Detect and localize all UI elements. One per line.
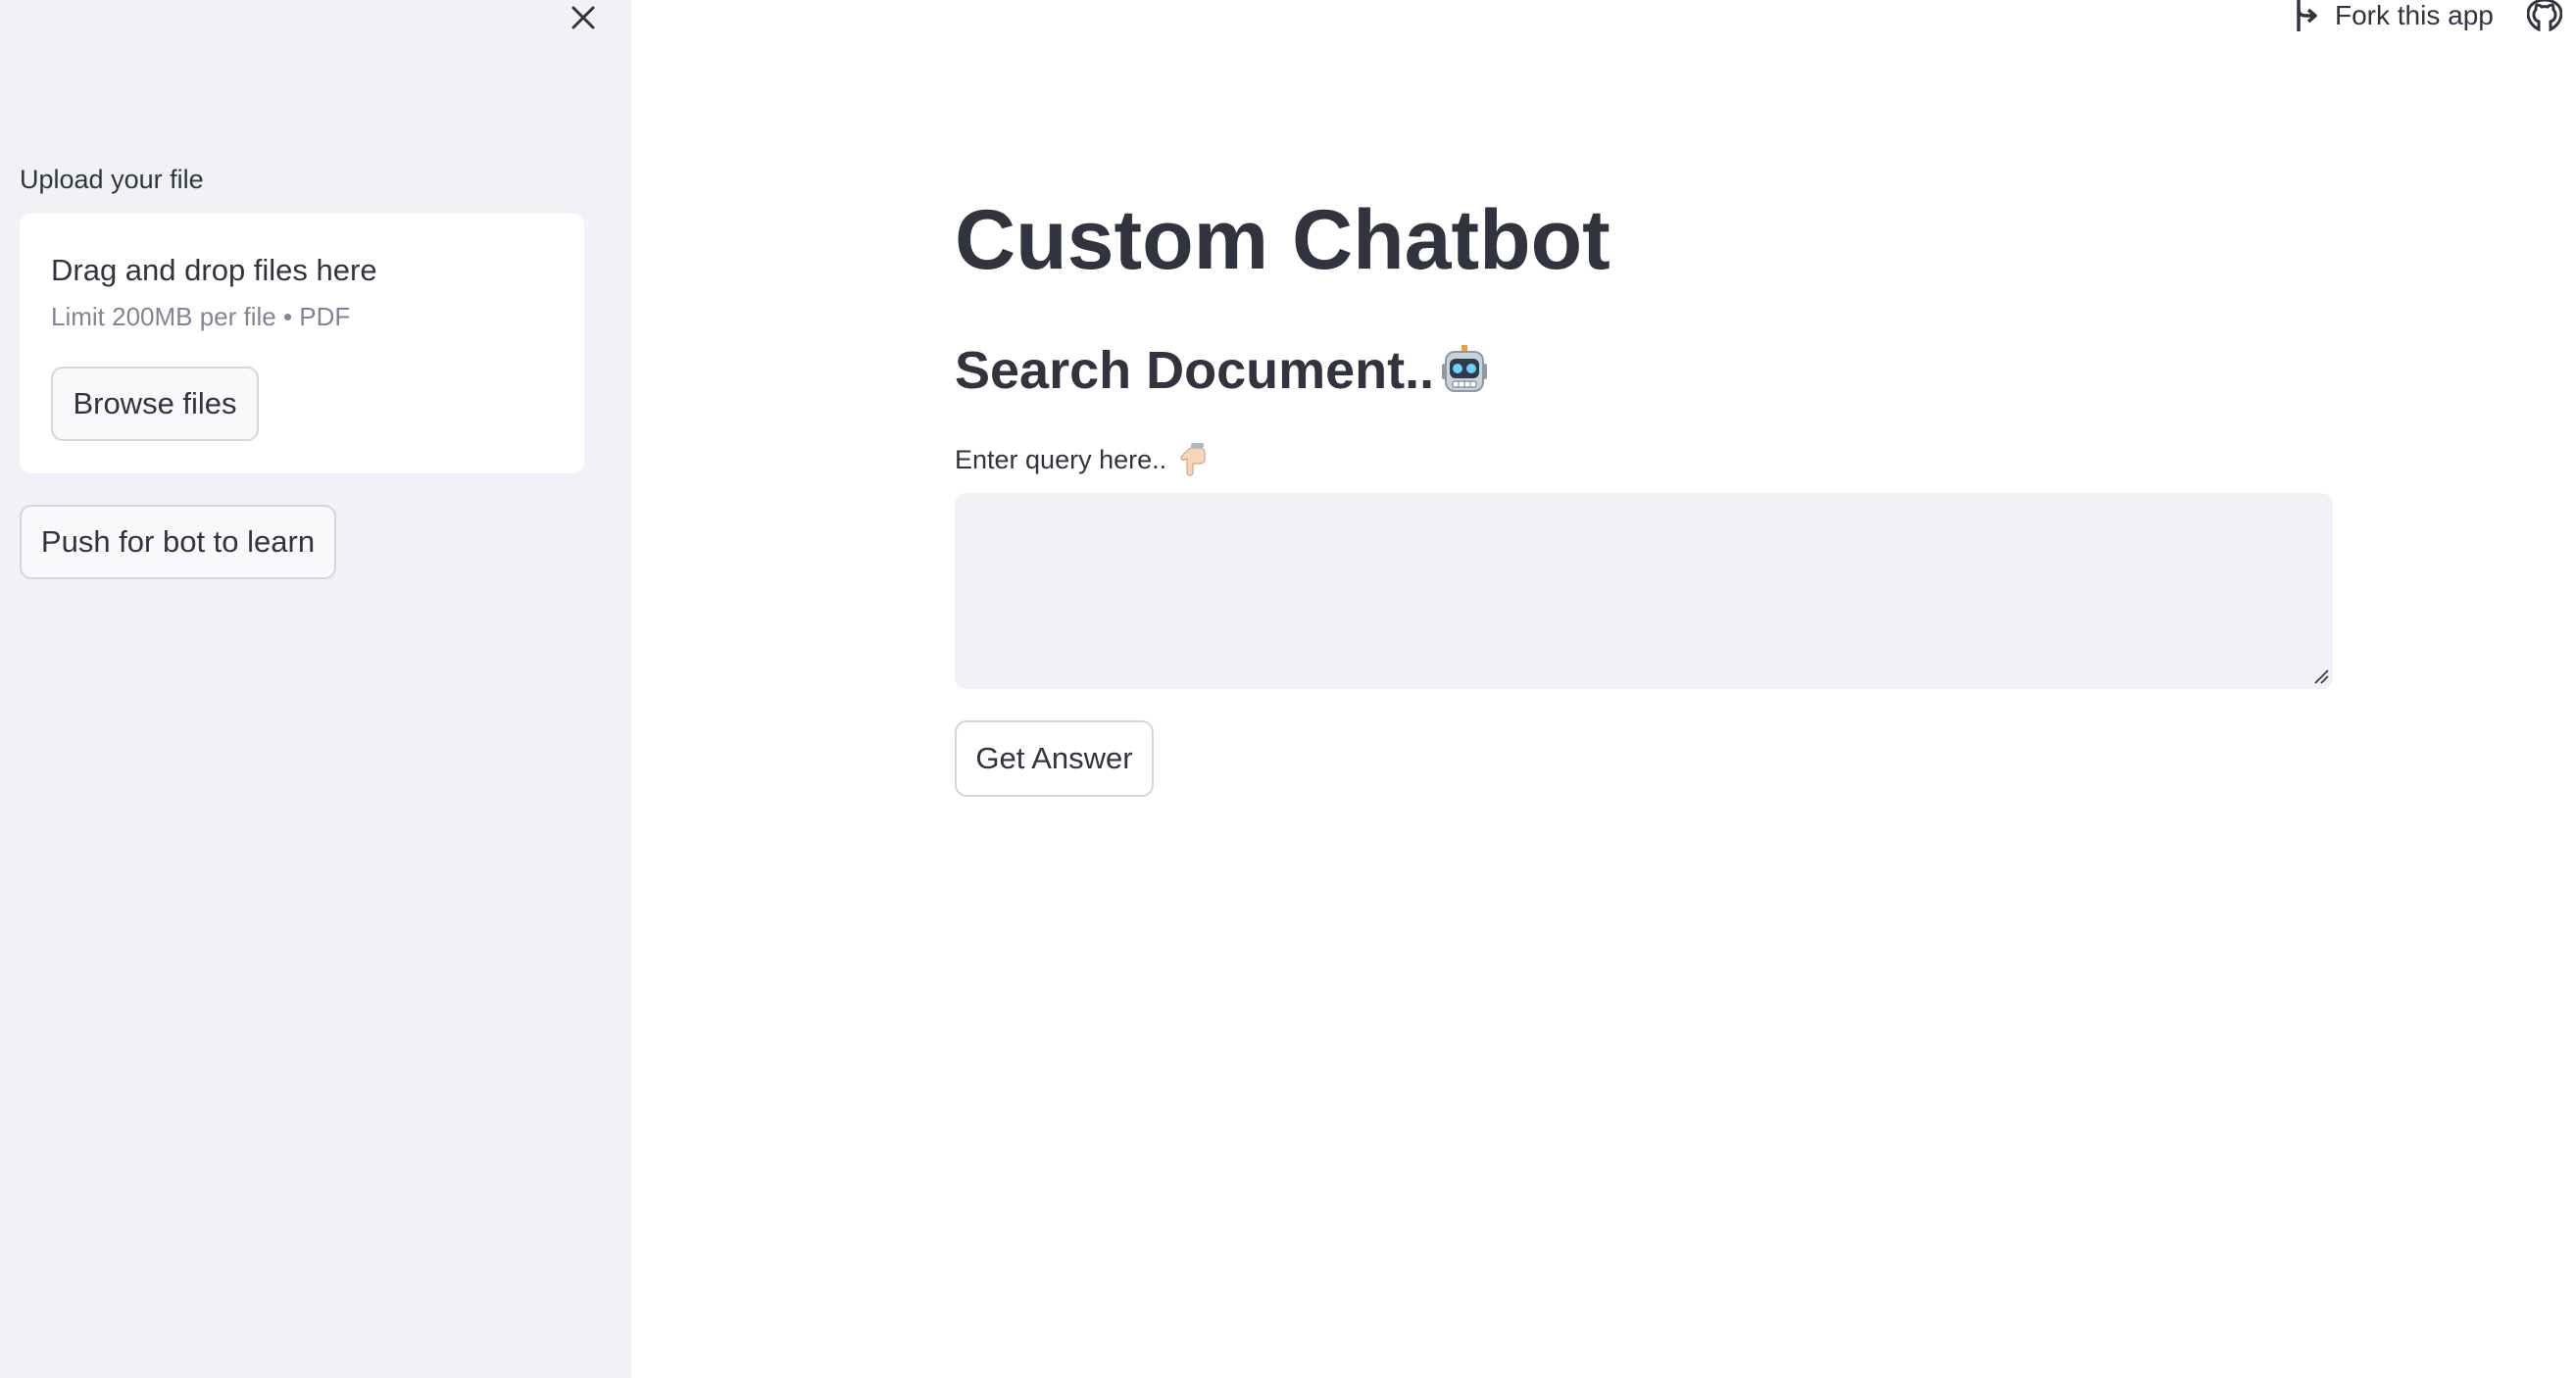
dropzone-title: Drag and drop files here [51, 253, 377, 287]
fork-app-link[interactable]: Fork this app [2294, 0, 2494, 31]
fork-app-label: Fork this app [2335, 0, 2494, 30]
upload-label: Upload your file [20, 165, 204, 194]
browse-files-button[interactable]: Browse files [51, 367, 259, 441]
fork-icon [2297, 0, 2317, 31]
query-input[interactable] [955, 493, 2333, 689]
github-link[interactable] [2526, 0, 2563, 32]
get-answer-button[interactable]: Get Answer [955, 720, 1154, 797]
pointing-down-icon [1180, 443, 1206, 476]
sidebar: Upload your file Drag and drop files her… [0, 0, 631, 1378]
dropzone-limit-text: Limit 200MB per file • PDF [51, 302, 351, 331]
page-subtitle: Search Document.. [955, 339, 1491, 403]
page-title: Custom Chatbot [955, 193, 1610, 287]
resize-handle-icon[interactable] [2313, 668, 2329, 684]
close-icon [571, 6, 595, 29]
query-label: Enter query here.. [955, 443, 1208, 476]
file-dropzone[interactable]: Drag and drop files here Limit 200MB per… [20, 214, 584, 473]
close-sidebar-button[interactable] [567, 0, 600, 35]
robot-icon [1442, 345, 1488, 393]
push-to-learn-button[interactable]: Push for bot to learn [20, 505, 336, 579]
query-label-text: Enter query here.. [955, 444, 1167, 474]
github-icon [2526, 0, 2563, 32]
subtitle-text: Search Document.. [955, 341, 1435, 400]
